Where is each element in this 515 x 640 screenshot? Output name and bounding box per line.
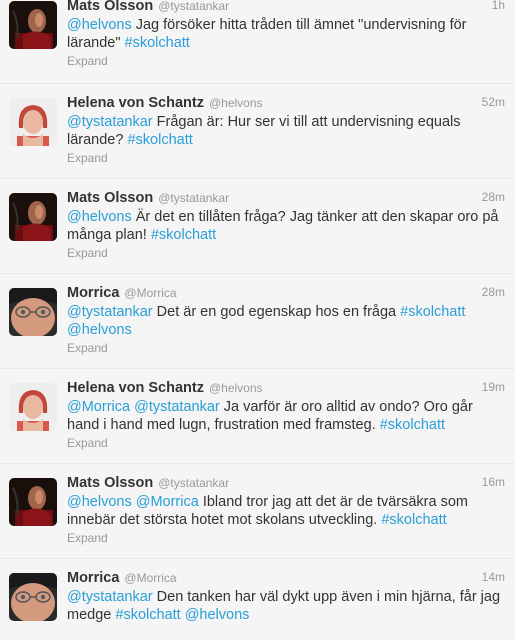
tweet[interactable]: Helena von Schantz @helvons 52m @tystatanka… [0,84,515,179]
mention-link[interactable]: @helvons [67,209,132,225]
author-name[interactable]: Morrica [67,285,119,301]
mention-link[interactable]: @helvons [67,322,132,338]
hashtag-link[interactable]: #skolchatt [151,227,216,243]
avatar[interactable] [9,383,57,431]
author-name[interactable]: Helena von Schantz [67,95,204,111]
author-handle[interactable]: @helvons [209,381,263,395]
author-handle[interactable]: @Morrica [124,571,176,585]
author-handle[interactable]: @helvons [209,96,263,110]
tweet-text: @helvons Jag försöker hitta tråden till … [67,16,501,52]
mention-link[interactable]: @helvons [67,494,132,510]
mention-link[interactable]: @tystatankar [67,114,153,130]
timestamp[interactable]: 1h [492,0,505,12]
tweet[interactable]: Morrica @Morrica 28m @tystatankar Det är en… [0,274,515,369]
expand-link[interactable]: Expand [67,436,108,450]
mention-link[interactable]: @helvons [67,17,132,33]
hashtag-link[interactable]: #skolchatt [400,304,465,320]
hashtag-link[interactable]: #skolchatt [381,512,446,528]
mention-link[interactable]: @tystatankar [67,304,153,320]
tweet-text: @tystatankar Den tanken har väl dykt upp… [67,588,501,624]
tweet-text: @tystatankar Det är en god egenskap hos … [67,303,501,339]
tweet[interactable]: Morrica @Morrica 14m @tystatankar Den tanke… [0,559,515,640]
tweet-text: @Morrica @tystatankar Ja varför är oro a… [67,398,501,434]
mention-link[interactable]: @tystatankar [67,589,153,605]
author-handle[interactable]: @Morrica [124,286,176,300]
expand-link[interactable]: Expand [67,246,108,260]
timestamp[interactable]: 16m [482,475,505,489]
avatar[interactable] [9,573,57,621]
tweet[interactable]: Helena von Schantz @helvons 19m @Morrica @t… [0,369,515,464]
expand-link[interactable]: Expand [67,151,108,165]
tweet-text: @tystatankar Frågan är: Hur ser vi till … [67,113,501,149]
hashtag-link[interactable]: #skolchatt [380,417,445,433]
author-name[interactable]: Morrica [67,570,119,586]
avatar[interactable] [9,1,57,49]
timestamp[interactable]: 14m [482,570,505,584]
author-name[interactable]: Mats Olsson [67,0,153,14]
expand-link[interactable]: Expand [67,54,108,68]
tweet-header: Mats Olsson @tystatankar 16m [67,474,505,492]
mention-link[interactable]: @tystatankar [134,399,220,415]
hashtag-link[interactable]: #skolchatt [115,607,180,623]
tweet-text: @helvons Är det en tillåten fråga? Jag t… [67,208,501,244]
avatar[interactable] [9,193,57,241]
text-segment: Det är en god egenskap hos en fråga [152,304,401,320]
tweet-header: Helena von Schantz @helvons 19m [67,379,505,397]
hashtag-link[interactable]: #skolchatt [127,132,192,148]
author-name[interactable]: Helena von Schantz [67,380,204,396]
text-segment: Är det en tillåten fråga? Jag tänker att… [67,209,499,243]
avatar[interactable] [9,288,57,336]
tweet-header: Morrica @Morrica 28m [67,284,505,302]
timestamp[interactable]: 28m [482,285,505,299]
timestamp[interactable]: 52m [482,95,505,109]
tweet-header: Morrica @Morrica 14m [67,569,505,587]
hashtag-link[interactable]: #skolchatt [125,35,190,51]
author-handle[interactable]: @tystatankar [158,476,229,490]
tweet-timeline: Mats Olsson @tystatankar 1h @helvons Jag fö… [0,0,515,640]
timestamp[interactable]: 19m [482,380,505,394]
author-handle[interactable]: @tystatankar [158,191,229,205]
mention-link[interactable]: @helvons [185,607,250,623]
tweet[interactable]: Mats Olsson @tystatankar 1h @helvons Jag fö… [0,0,515,84]
mention-link[interactable]: @Morrica [67,399,130,415]
tweet-header: Mats Olsson @tystatankar 1h [67,0,505,15]
timestamp[interactable]: 28m [482,190,505,204]
avatar[interactable] [9,478,57,526]
tweet-header: Helena von Schantz @helvons 52m [67,94,505,112]
expand-link[interactable]: Expand [67,341,108,355]
tweet-text: @helvons @Morrica Ibland tror jag att de… [67,493,501,529]
expand-link[interactable]: Expand [67,531,108,545]
mention-link[interactable]: @Morrica [136,494,199,510]
tweet[interactable]: Mats Olsson @tystatankar 28m @helvons Är de… [0,179,515,274]
author-name[interactable]: Mats Olsson [67,190,153,206]
tweet-header: Mats Olsson @tystatankar 28m [67,189,505,207]
avatar[interactable] [9,98,57,146]
author-name[interactable]: Mats Olsson [67,475,153,491]
tweet[interactable]: Mats Olsson @tystatankar 16m @helvons @Morr… [0,464,515,559]
author-handle[interactable]: @tystatankar [158,0,229,13]
